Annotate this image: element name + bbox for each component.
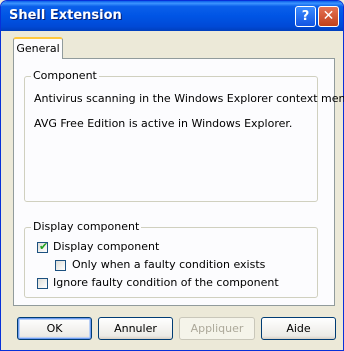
close-icon[interactable]: ✕: [318, 6, 339, 27]
help-button[interactable]: Aide: [261, 317, 336, 340]
component-description: Antivirus scanning in the Windows Explor…: [34, 92, 344, 105]
display-group-legend: Display component: [31, 220, 142, 233]
ignore-faulty-label[interactable]: Ignore faulty condition of the component: [53, 276, 279, 289]
checkmark-icon: ✔: [39, 240, 49, 253]
display-component-group: Display component ✔ Display component On…: [24, 220, 318, 298]
component-group: Component Antivirus scanning in the Wind…: [24, 69, 344, 202]
cancel-button[interactable]: Annuler: [98, 317, 173, 340]
display-component-checkbox[interactable]: ✔: [37, 240, 49, 253]
title-bar[interactable]: Shell Extension ? ✕: [1, 1, 343, 31]
display-component-label[interactable]: Display component: [53, 240, 159, 253]
dialog-window: Shell Extension ? ✕ General Component An…: [0, 0, 344, 351]
apply-button[interactable]: Appliquer: [179, 317, 255, 340]
ok-button[interactable]: OK: [17, 317, 92, 340]
ignore-faulty-checkbox[interactable]: [37, 278, 48, 289]
component-status: AVG Free Edition is active in Windows Ex…: [34, 117, 293, 130]
faulty-condition-checkbox[interactable]: [55, 260, 66, 271]
tab-panel-general: Component Antivirus scanning in the Wind…: [13, 58, 344, 306]
faulty-condition-label[interactable]: Only when a faulty condition exists: [72, 258, 265, 271]
tab-general[interactable]: General: [13, 37, 63, 59]
help-icon[interactable]: ?: [295, 6, 316, 27]
window-title: Shell Extension: [9, 8, 122, 23]
component-group-legend: Component: [31, 69, 99, 82]
